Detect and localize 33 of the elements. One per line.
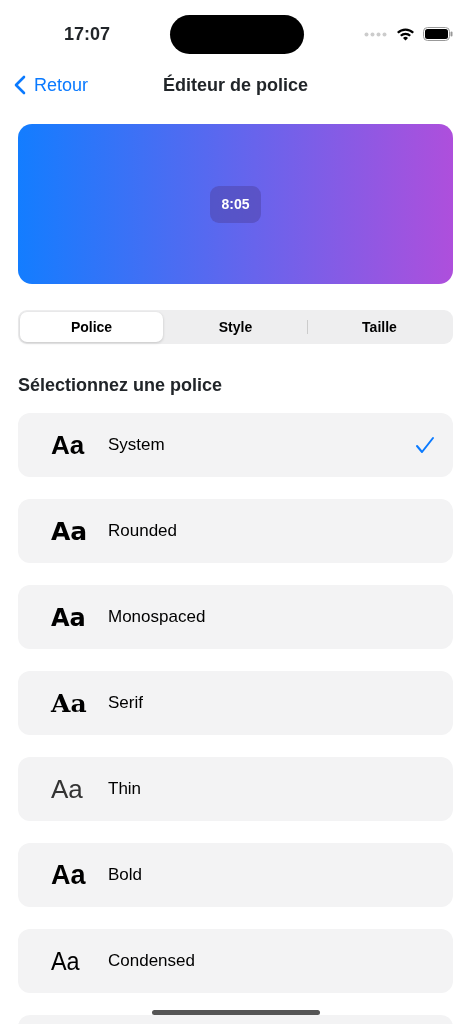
chevron-left-icon: [14, 75, 26, 95]
font-option[interactable]: Aa Monospaced: [18, 585, 453, 649]
font-sample: Aa: [51, 776, 83, 802]
font-option[interactable]: Aa Condensed: [18, 929, 453, 993]
font-sample: Aa: [51, 948, 80, 974]
battery-icon: [423, 27, 453, 41]
font-sample: Aa: [51, 519, 88, 544]
font-name: Condensed: [108, 950, 196, 973]
screen-title: Éditeur de police: [163, 74, 308, 95]
font-name: Bold: [108, 864, 144, 887]
preview-clock: 8:05: [210, 185, 261, 223]
section-heading: Sélectionnez une police: [18, 374, 224, 397]
font-name: System: [108, 434, 166, 457]
font-name: Serif: [108, 692, 144, 715]
segment-tab[interactable]: Police: [20, 312, 163, 342]
font-option[interactable]: Aa Thin: [18, 757, 453, 821]
font-option[interactable]: Aa Rounded: [18, 499, 453, 563]
segment-tab[interactable]: Taille: [308, 312, 451, 342]
font-sample: Aa: [51, 861, 86, 889]
font-name: Thin: [108, 778, 143, 801]
font-option[interactable]: Aa Bold: [18, 843, 453, 907]
signal-icon: [364, 31, 388, 37]
wifi-icon: [396, 27, 415, 41]
font-sample: Aa: [51, 606, 86, 630]
font-option[interactable]: Aa System: [18, 413, 453, 477]
segment-tab[interactable]: Style: [164, 312, 307, 342]
back-button[interactable]: Retour: [0, 71, 89, 99]
font-option[interactable]: Aa Serif: [18, 671, 453, 735]
status-time: 17:07: [64, 22, 111, 46]
font-name: Rounded: [108, 520, 178, 543]
font-sample: Aa: [51, 691, 87, 716]
font-sample: Aa: [51, 432, 85, 458]
font-name: Monospaced: [108, 606, 207, 629]
